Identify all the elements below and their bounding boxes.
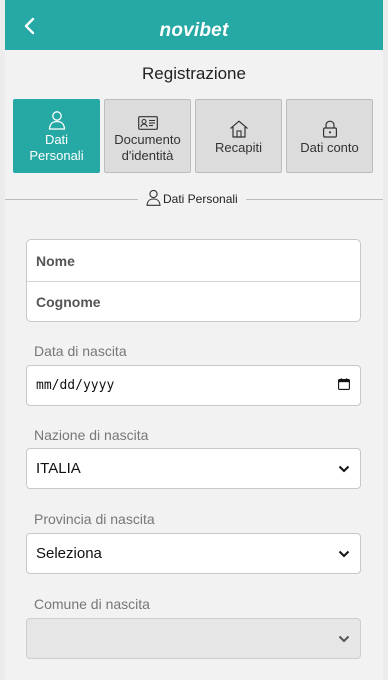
name-fields [26,239,361,322]
step-label: d'identità [121,148,174,163]
id-card-icon [137,108,158,130]
step-contacts[interactable]: Recapiti [195,99,282,173]
step-label: Documento [114,132,181,147]
last-name-input[interactable] [36,282,360,322]
birth-city-select[interactable] [26,618,361,659]
page-title: Registrazione [142,64,246,83]
first-name-input[interactable] [36,240,360,281]
lock-icon [322,116,338,138]
section-header: Dati Personali [138,189,246,209]
birth-date-label: Data di nascita [34,343,127,359]
step-label: Dati conto [300,140,359,155]
person-icon [146,189,161,209]
person-icon [48,108,66,130]
brand-logo: novibet [159,20,229,41]
registration-steps: Dati Personali Documento d'identità Reca… [13,99,373,173]
birth-province-value: Seleziona [36,545,102,562]
birth-date-value: mm/dd/yyyy [36,378,115,393]
chevron-down-icon [338,545,350,562]
chevron-down-icon [338,630,350,647]
step-label: Personali [29,148,84,163]
top-bar: novibet [5,0,383,50]
birth-province-select[interactable]: Seleziona [26,533,361,574]
step-personal-data[interactable]: Dati Personali [13,99,100,173]
birth-city-label: Comune di nascita [34,596,150,612]
calendar-icon [338,377,350,394]
section-title: Dati Personali [163,192,238,206]
birth-country-label: Nazione di nascita [34,427,149,443]
birth-province-label: Provincia di nascita [34,511,155,527]
step-label: Recapiti [215,140,262,155]
chevron-down-icon [338,460,350,477]
step-label: Dati [44,132,69,147]
birth-country-value: ITALIA [36,460,81,477]
step-id-document[interactable]: Documento d'identità [104,99,191,173]
home-icon [229,116,249,138]
birth-date-input[interactable]: mm/dd/yyyy [26,365,361,406]
step-account-data[interactable]: Dati conto [286,99,373,173]
birth-country-select[interactable]: ITALIA [26,448,361,489]
